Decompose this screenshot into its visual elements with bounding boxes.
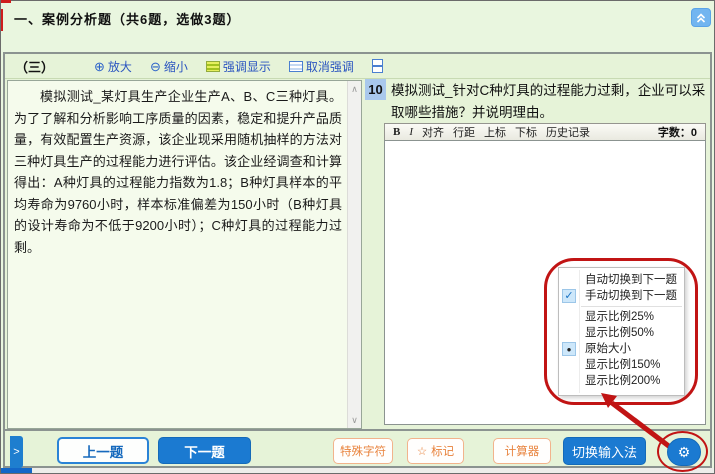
align-button[interactable]: 对齐 (422, 124, 444, 140)
menu-item-auto-next[interactable]: 自动切换到下一题 (559, 272, 684, 288)
section-title: 一、案例分析题（共6题，选做3题） (14, 9, 240, 28)
word-count-value: 0 (691, 127, 697, 139)
italic-button[interactable]: I (409, 126, 413, 138)
zoom-out-icon: ⊖ (150, 60, 161, 73)
collapse-panel-button[interactable] (691, 8, 711, 27)
highlight-label: 强调显示 (223, 58, 271, 75)
zoom-in-label: 放大 (108, 58, 132, 75)
menu-item-manual-next-label: 手动切换到下一题 (585, 290, 677, 302)
menu-item-scale-200[interactable]: 显示比例200% (559, 373, 684, 389)
subscript-button[interactable]: 下标 (515, 124, 537, 140)
zoom-in-icon: ⊕ (94, 60, 105, 73)
special-characters-button[interactable]: 特殊字符 (333, 438, 393, 464)
passage-text: 模拟测试_某灯具生产企业生产A、B、C三种灯具。为了了解和分析影响工序质量的因素… (14, 86, 342, 258)
check-icon: ✓ (564, 291, 573, 302)
passage-toolbar: （三） ⊕ 放大 ⊖ 缩小 强调显示 取消强调 (5, 54, 710, 79)
switch-ime-button[interactable]: 切换输入法 (563, 437, 646, 465)
passage-scrollbar[interactable]: ∧ ∨ (347, 81, 361, 428)
line-spacing-button[interactable]: 行距 (453, 124, 475, 140)
cancel-highlight-button[interactable]: 取消强调 (289, 58, 354, 75)
question-text: 模拟测试_针对C种灯具的过程能力过剩，企业可以采取哪些措施？并说明理由。 (391, 80, 708, 124)
mark-button[interactable]: ☆ 标记 (407, 438, 464, 464)
exam-window: 一、案例分析题（共6题，选做3题） （三） ⊕ 放大 ⊖ 缩小 强调显示 取消强… (0, 0, 715, 474)
history-button[interactable]: 历史记录 (546, 124, 590, 140)
menu-item-scale-150[interactable]: 显示比例150% (559, 357, 684, 373)
zoom-out-label: 缩小 (164, 58, 188, 75)
red-annotation-dash (1, 0, 11, 3)
bottom-edge-strip (0, 468, 715, 474)
settings-gear-button[interactable]: ⚙ (667, 438, 701, 466)
checked-box: ✓ (562, 289, 576, 303)
subsection-label: （三） (15, 57, 54, 76)
settings-popup-menu: 自动切换到下一题 ✓ 手动切换到下一题 显示比例25% 显示比例50% • 原始… (558, 267, 685, 396)
zoom-out-button[interactable]: ⊖ 缩小 (150, 58, 188, 75)
gear-icon: ⚙ (678, 444, 691, 461)
bottom-edge-blue-chunk (0, 468, 32, 474)
passage-panel: 模拟测试_某灯具生产企业生产A、B、C三种灯具。为了了解和分析影响工序质量的因素… (7, 80, 362, 429)
split-view-icon (372, 59, 383, 73)
red-annotation-tick (1, 9, 3, 31)
zoom-in-button[interactable]: ⊕ 放大 (94, 58, 132, 75)
menu-item-manual-next[interactable]: ✓ 手动切换到下一题 (559, 288, 684, 304)
menu-item-scale-50[interactable]: 显示比例50% (559, 325, 684, 341)
answer-editor-toolbar: B I 对齐 行距 上标 下标 历史记录 字数：0 (384, 123, 706, 141)
next-question-button[interactable]: 下一题 (158, 437, 251, 464)
collapse-icon (695, 12, 707, 24)
highlight-button[interactable]: 强调显示 (206, 58, 271, 75)
superscript-button[interactable]: 上标 (484, 124, 506, 140)
side-panel-toggle[interactable]: > (10, 436, 23, 468)
cancel-highlight-icon (289, 61, 303, 72)
selected-radio-box: • (562, 342, 576, 356)
mark-label: 标记 (431, 443, 454, 459)
menu-separator (581, 306, 682, 307)
previous-question-button[interactable]: 上一题 (57, 437, 149, 464)
star-icon: ☆ (417, 444, 427, 458)
word-count-label: 字数： (658, 127, 691, 139)
question-number: 10 (365, 79, 386, 100)
menu-item-original-size[interactable]: • 原始大小 (559, 341, 684, 357)
bold-button[interactable]: B (393, 126, 400, 138)
highlight-icon (206, 61, 220, 72)
scroll-up-arrow[interactable]: ∧ (348, 82, 361, 96)
chevron-right-icon: > (13, 446, 19, 458)
menu-item-original-size-label: 原始大小 (585, 343, 631, 355)
calculator-button[interactable]: 计算器 (493, 438, 551, 464)
footer-divider (3, 429, 712, 431)
word-count: 字数：0 (658, 124, 697, 140)
scroll-down-arrow[interactable]: ∨ (348, 413, 361, 427)
menu-item-scale-25[interactable]: 显示比例25% (559, 309, 684, 325)
radio-dot-icon: • (567, 343, 572, 356)
split-view-button[interactable] (372, 59, 383, 73)
cancel-highlight-label: 取消强调 (306, 58, 354, 75)
